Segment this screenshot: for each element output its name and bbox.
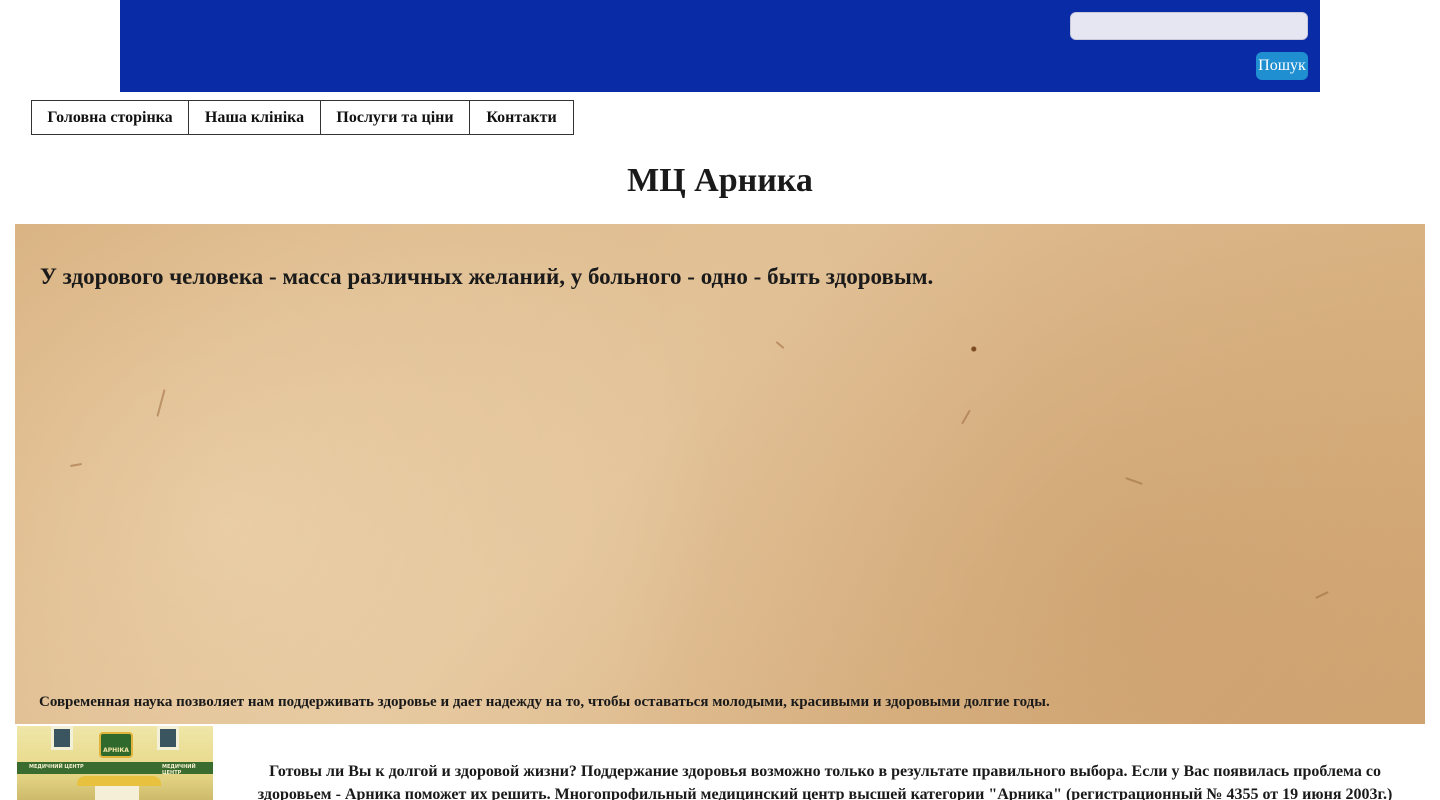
hero-banner: У здорового человека - масса различных ж… (15, 224, 1425, 724)
intro-text: Готовы ли Вы к долгой и здоровой жизни? … (257, 763, 1393, 800)
paper-fiber (775, 341, 785, 349)
hero-quote: У здорового человека - масса различных ж… (40, 264, 934, 289)
paper-fiber (1125, 476, 1143, 486)
building-window (157, 726, 179, 750)
hero-caption: Современная наука позволяет нам поддержи… (39, 694, 1050, 710)
main-nav: Головна сторінка Наша клініка Послуги та… (31, 100, 574, 135)
entrance-awning (77, 776, 161, 786)
nav-item-clinic[interactable]: Наша клініка (188, 100, 321, 135)
search-input[interactable] (1070, 12, 1308, 40)
clinic-sign-left: МЕДИЧНИЙ ЦЕНТР (29, 764, 84, 770)
clinic-sign-right: МЕДИЧНИЙ ЦЕНТР (162, 764, 196, 776)
building-window (51, 726, 73, 750)
entrance-door (95, 786, 139, 800)
nav-item-home[interactable]: Головна сторінка (31, 100, 189, 135)
paper-fiber (961, 409, 971, 425)
arnika-logo: АРНІКА (99, 732, 133, 758)
paper-fiber (1315, 591, 1329, 599)
clinic-building-photo: МЕДИЧНИЙ ЦЕНТР МЕДИЧНИЙ ЦЕНТР АРНІКА (17, 726, 213, 800)
search-button[interactable]: Пошук (1256, 52, 1308, 80)
page-title: МЦ Арника (627, 162, 813, 199)
header-bar: Пошук (120, 0, 1320, 92)
paper-fiber (69, 462, 83, 468)
paper-fiber (156, 389, 166, 417)
nav-item-contacts[interactable]: Контакти (469, 100, 574, 135)
nav-item-services-prices[interactable]: Послуги та ціни (320, 100, 470, 135)
